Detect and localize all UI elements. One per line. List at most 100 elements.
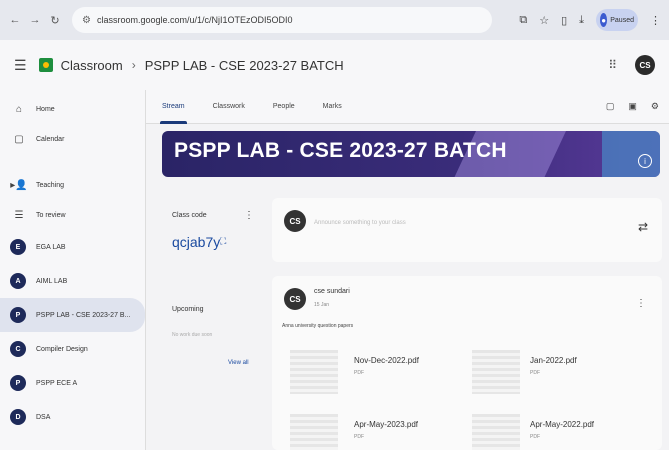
google-apps-icon[interactable]: ⠿ <box>608 58 617 72</box>
announce-placeholder[interactable]: Announce something to your class <box>314 220 406 226</box>
reload-icon[interactable]: ↻ <box>48 13 62 27</box>
more-options-icon[interactable]: ⋮ <box>244 210 254 221</box>
class-initial-avatar: C <box>10 341 26 357</box>
main-menu-icon[interactable]: ☰ <box>14 57 27 74</box>
extensions-icon[interactable]: ▯ <box>561 14 567 27</box>
stream-post: CS cse sundari 15 Jan ⋮ Anna university … <box>272 276 662 450</box>
breadcrumb-separator: › <box>131 58 136 72</box>
class-initial-avatar: A <box>10 273 26 289</box>
attachment-thumbnail <box>472 414 520 450</box>
sidebar-item-label: Teaching <box>36 181 65 189</box>
sidebar-item-label: AIML LAB <box>36 277 68 285</box>
review-list-icon: ☰ <box>14 209 24 221</box>
home-icon: ⌂ <box>15 103 23 115</box>
attachment-name: Nov-Dec-2022.pdf <box>354 356 419 365</box>
back-icon[interactable]: ← <box>8 13 22 27</box>
address-bar[interactable]: ⚙ classroom.google.com/u/1/c/NjI1OTEzODI… <box>72 7 492 33</box>
sidebar-item-label: PSPP LAB - CSE 2023-27 B... <box>36 311 131 319</box>
sidebar-item-label: Compiler Design <box>36 345 88 353</box>
browser-toolbar: ← → ↻ ⚙ classroom.google.com/u/1/c/NjI1O… <box>0 0 669 40</box>
app-name[interactable]: Classroom <box>61 58 123 73</box>
profile-chip[interactable]: ● Paused <box>596 9 638 31</box>
tab-stream[interactable]: Stream <box>160 90 187 124</box>
bookmark-star-icon[interactable]: ☆ <box>539 14 549 27</box>
sidebar-class-compiler-design[interactable]: C Compiler Design <box>0 332 145 366</box>
post-message: Anna university question papers <box>282 323 354 329</box>
attachment-type: PDF <box>530 434 540 440</box>
attachment-type: PDF <box>354 370 364 376</box>
post-author: cse sundari <box>314 288 350 295</box>
post-more-options-icon[interactable]: ⋮ <box>636 298 646 309</box>
class-code-label: Class code <box>172 212 207 219</box>
banner-title: PSPP LAB - CSE 2023-27 BATCH <box>174 139 507 162</box>
classroom-logo-icon[interactable] <box>38 58 53 72</box>
class-initial-avatar: E <box>10 239 26 255</box>
settings-gear-icon[interactable]: ⚙ <box>651 101 659 112</box>
attachment-thumbnail <box>472 350 520 394</box>
attachment-thumbnail <box>290 350 338 394</box>
class-banner: PSPP LAB - CSE 2023-27 BATCH i <box>162 131 660 177</box>
upcoming-card: Upcoming No work due soon View all <box>162 290 262 380</box>
class-info-icon[interactable]: i <box>638 154 652 168</box>
announce-box[interactable]: CS Announce something to your class ⇄ <box>272 198 662 262</box>
account-avatar[interactable]: CS <box>635 55 655 75</box>
sidebar: ⌂ Home ▢ Calendar ▸👤 Teaching ☰ To revie… <box>0 90 146 450</box>
attachment-thumbnail <box>290 414 338 450</box>
user-avatar: CS <box>284 210 306 232</box>
fullscreen-icon[interactable]: ⛶ <box>220 236 226 247</box>
sidebar-class-pspp-ece-a[interactable]: P PSPP ECE A <box>0 366 145 400</box>
view-all-link[interactable]: View all <box>228 360 249 366</box>
attachment-item[interactable]: Apr-May-2022.pdf PDF <box>472 414 652 450</box>
sidebar-item-teaching[interactable]: ▸👤 Teaching <box>0 170 145 200</box>
tab-marks[interactable]: Marks <box>323 90 342 124</box>
upcoming-empty-text: No work due soon <box>172 332 213 338</box>
attachment-name: Jan-2022.pdf <box>530 356 577 365</box>
attachment-type: PDF <box>530 370 540 376</box>
attachment-item[interactable]: Apr-May-2023.pdf PDF <box>290 414 470 450</box>
attachment-name: Apr-May-2023.pdf <box>354 420 419 429</box>
app-header: ☰ Classroom › PSPP LAB - CSE 2023-27 BAT… <box>0 40 669 90</box>
banner-decoration <box>602 131 660 177</box>
teaching-people-icon: ▸👤 <box>10 179 28 191</box>
attachment-type: PDF <box>354 434 364 440</box>
share-icon[interactable]: ⧉ <box>519 14 527 27</box>
sidebar-item-label: PSPP ECE A <box>36 379 78 387</box>
sidebar-item-to-review[interactable]: ☰ To review <box>0 200 145 230</box>
repost-icon[interactable]: ⇄ <box>638 220 648 234</box>
profile-avatar: ● <box>600 13 608 27</box>
drive-folder-icon[interactable]: ▣ <box>628 101 637 112</box>
site-info-icon[interactable]: ⚙ <box>82 15 91 26</box>
sidebar-item-label: To review <box>36 211 66 219</box>
sidebar-class-pspp-lab-cse[interactable]: P PSPP LAB - CSE 2023-27 B... <box>0 298 145 332</box>
class-initial-avatar: P <box>10 375 26 391</box>
sidebar-class-dsa[interactable]: D DSA <box>0 400 145 434</box>
class-tabs: Stream Classwork People Marks ▢ ▣ ⚙ <box>146 90 669 124</box>
sidebar-item-calendar[interactable]: ▢ Calendar <box>0 124 145 154</box>
class-initial-avatar: D <box>10 409 26 425</box>
author-avatar: CS <box>284 288 306 310</box>
download-icon[interactable]: ⤓ <box>579 14 584 27</box>
post-date: 15 Jan <box>314 302 330 308</box>
class-code-value: qcjab7y <box>172 234 221 250</box>
attachment-item[interactable]: Jan-2022.pdf PDF <box>472 350 652 394</box>
upcoming-title: Upcoming <box>172 306 204 313</box>
class-initial-avatar: P <box>10 307 26 323</box>
sidebar-item-home[interactable]: ⌂ Home <box>0 94 145 124</box>
tab-classwork[interactable]: Classwork <box>213 90 245 124</box>
sidebar-item-label: Calendar <box>36 135 65 143</box>
sidebar-item-label: DSA <box>36 413 51 421</box>
class-code-card: Class code ⋮ qcjab7y ⛶ <box>162 200 262 270</box>
tab-people[interactable]: People <box>273 90 295 124</box>
sidebar-item-label: EGA LAB <box>36 243 66 251</box>
sidebar-class-aiml-lab[interactable]: A AIML LAB <box>0 264 145 298</box>
calendar-view-icon[interactable]: ▢ <box>606 101 615 112</box>
sidebar-item-label: Home <box>36 105 55 113</box>
forward-icon[interactable]: → <box>28 13 42 27</box>
sidebar-class-ega-lab[interactable]: E EGA LAB <box>0 230 145 264</box>
attachment-item[interactable]: Nov-Dec-2022.pdf PDF <box>290 350 470 394</box>
attachment-name: Apr-May-2022.pdf <box>530 420 595 429</box>
calendar-icon: ▢ <box>14 133 24 145</box>
breadcrumb-class-name: PSPP LAB - CSE 2023-27 BATCH <box>144 57 344 73</box>
url-text: classroom.google.com/u/1/c/NjI1OTEzODI5O… <box>96 15 293 25</box>
browser-menu-icon[interactable]: ⋮ <box>650 14 661 27</box>
